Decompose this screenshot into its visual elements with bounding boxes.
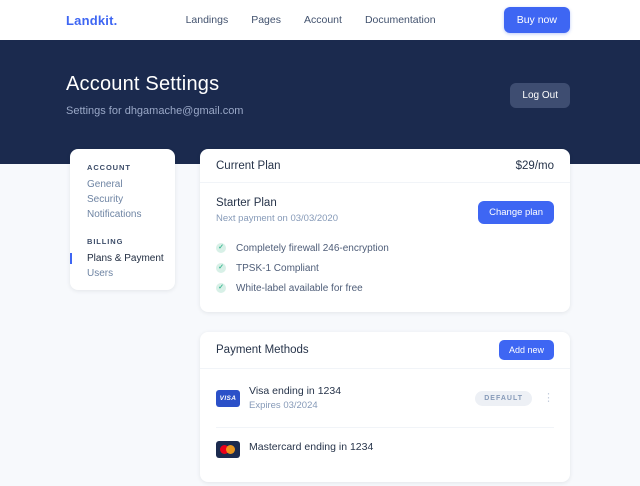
feature-label: TPSK-1 Compliant <box>236 263 319 274</box>
buy-now-button[interactable]: Buy now <box>504 7 570 33</box>
page-title: Account Settings <box>66 72 243 96</box>
feature-row: ✓ TPSK-1 Compliant <box>216 258 554 278</box>
top-navbar: Landkit. Landings Pages Account Document… <box>0 0 640 40</box>
sidebar-item-security[interactable]: Security <box>87 192 175 207</box>
payment-method-expiry: Expires 03/2024 <box>249 400 341 411</box>
current-plan-title: Current Plan <box>216 160 281 172</box>
payment-method-title: Visa ending in 1234 <box>249 385 341 397</box>
payment-methods-header: Payment Methods Add new <box>200 332 570 369</box>
page-header: Account Settings Settings for dhgamache@… <box>0 40 640 164</box>
plan-price: $29/mo <box>516 160 554 172</box>
sidebar-item-general[interactable]: General <box>87 177 175 192</box>
sidebar-item-users[interactable]: Users <box>87 266 175 281</box>
settings-nav-card: ACCOUNT General Security Notifications B… <box>70 149 175 290</box>
logout-button[interactable]: Log Out <box>510 83 570 108</box>
page-subtitle: Settings for dhgamache@gmail.com <box>66 105 243 117</box>
feature-row: ✓ White-label available for free <box>216 278 554 298</box>
default-badge: DEFAULT <box>475 391 532 406</box>
current-plan-card: Current Plan $29/mo Starter Plan Next pa… <box>200 149 570 312</box>
brand-logo[interactable]: Landkit. <box>66 13 117 28</box>
payment-methods-card: Payment Methods Add new VISA Visa ending… <box>200 332 570 482</box>
payment-methods-title: Payment Methods <box>216 344 309 356</box>
nav-link-account[interactable]: Account <box>304 14 342 26</box>
sidebar-item-notifications[interactable]: Notifications <box>87 207 175 222</box>
check-icon: ✓ <box>216 283 226 293</box>
feature-label: White-label available for free <box>236 283 363 294</box>
payment-method-row: Mastercard ending in 1234 <box>200 428 570 486</box>
next-payment-text: Next payment on 03/03/2020 <box>216 213 338 224</box>
page-header-text: Account Settings Settings for dhgamache@… <box>66 72 243 117</box>
sidebar-heading-billing: BILLING <box>87 237 175 247</box>
plan-name: Starter Plan <box>216 197 338 209</box>
payment-method-title: Mastercard ending in 1234 <box>249 441 373 453</box>
feature-label: Completely firewall 246-encryption <box>236 243 389 254</box>
current-plan-body: Starter Plan Next payment on 03/03/2020 … <box>200 183 570 298</box>
sidebar-item-plans-payment[interactable]: Plans & Payment <box>87 251 175 266</box>
sidebar-heading-account: ACCOUNT <box>87 163 175 173</box>
payment-method-info: Visa ending in 1234 Expires 03/2024 <box>249 385 341 411</box>
kebab-menu-icon[interactable]: ⋮ <box>543 393 554 404</box>
main-nav: Landings Pages Account Documentation <box>186 14 436 26</box>
nav-link-landings[interactable]: Landings <box>186 14 229 26</box>
nav-link-pages[interactable]: Pages <box>251 14 281 26</box>
current-plan-header: Current Plan $29/mo <box>200 149 570 183</box>
feature-row: ✓ Completely firewall 246-encryption <box>216 238 554 258</box>
plan-feature-list: ✓ Completely firewall 246-encryption ✓ T… <box>216 238 554 298</box>
check-icon: ✓ <box>216 263 226 273</box>
visa-icon: VISA <box>216 390 240 407</box>
payment-method-info: Mastercard ending in 1234 <box>249 441 373 453</box>
payment-method-row: VISA Visa ending in 1234 Expires 03/2024… <box>200 369 570 427</box>
nav-link-documentation[interactable]: Documentation <box>365 14 436 26</box>
change-plan-button[interactable]: Change plan <box>478 201 554 224</box>
add-new-button[interactable]: Add new <box>499 340 554 360</box>
check-icon: ✓ <box>216 243 226 253</box>
mastercard-icon <box>216 441 240 458</box>
plan-summary: Starter Plan Next payment on 03/03/2020 <box>216 197 338 224</box>
